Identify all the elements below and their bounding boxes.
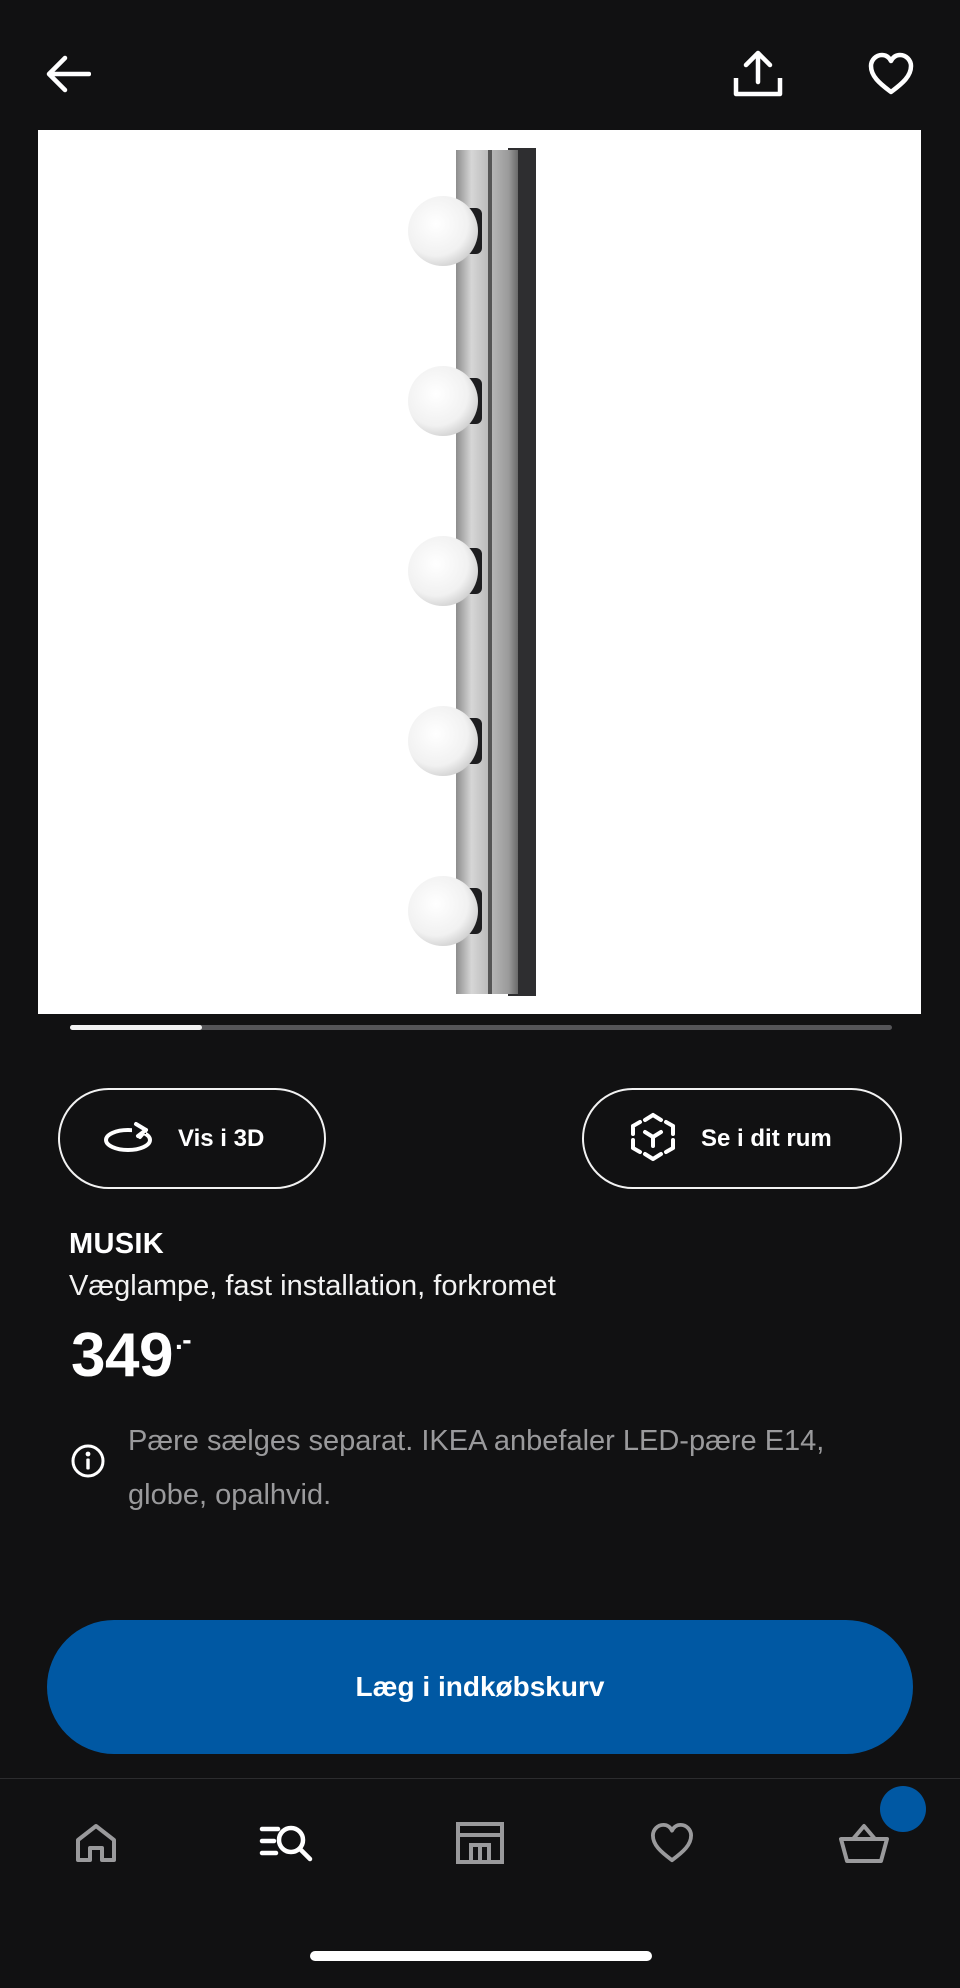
ar-view-label: Se i dit rum <box>701 1124 832 1152</box>
price-value: 349 <box>71 1321 173 1390</box>
view-3d-label: Vis i 3D <box>178 1124 265 1152</box>
heart-icon[interactable] <box>861 44 921 104</box>
product-image[interactable] <box>38 130 921 1014</box>
ar-view-button[interactable]: Se i dit rum <box>582 1088 902 1189</box>
price-suffix: .- <box>174 1324 192 1355</box>
share-icon[interactable] <box>728 44 788 104</box>
home-indicator <box>310 1951 652 1961</box>
view-3d-button[interactable]: Vis i 3D <box>58 1088 326 1189</box>
gallery-progress <box>70 1025 892 1030</box>
cart-badge <box>880 1786 926 1832</box>
product-price: 349 .- <box>71 1320 192 1391</box>
home-icon[interactable] <box>66 1813 126 1873</box>
info-icon <box>70 1443 106 1479</box>
bulb-info-text: Pære sælges separat. IKEA anbefaler LED-… <box>128 1425 825 1511</box>
heart-icon[interactable] <box>642 1813 702 1873</box>
search-list-icon[interactable] <box>257 1813 317 1873</box>
rotate-3d-icon <box>102 1120 154 1158</box>
product-description: Væglampe, fast installation, forkromet <box>69 1270 556 1302</box>
add-to-cart-label: Læg i indkøbskurv <box>355 1671 605 1702</box>
arrow-left-icon[interactable] <box>38 44 98 104</box>
store-icon[interactable] <box>450 1813 510 1873</box>
product-name: MUSIK <box>69 1228 164 1260</box>
add-to-cart-button[interactable]: Læg i indkøbskurv <box>47 1620 913 1754</box>
ar-cube-icon <box>629 1112 677 1166</box>
gallery-progress-fill <box>70 1025 202 1030</box>
top-bar <box>0 0 960 130</box>
